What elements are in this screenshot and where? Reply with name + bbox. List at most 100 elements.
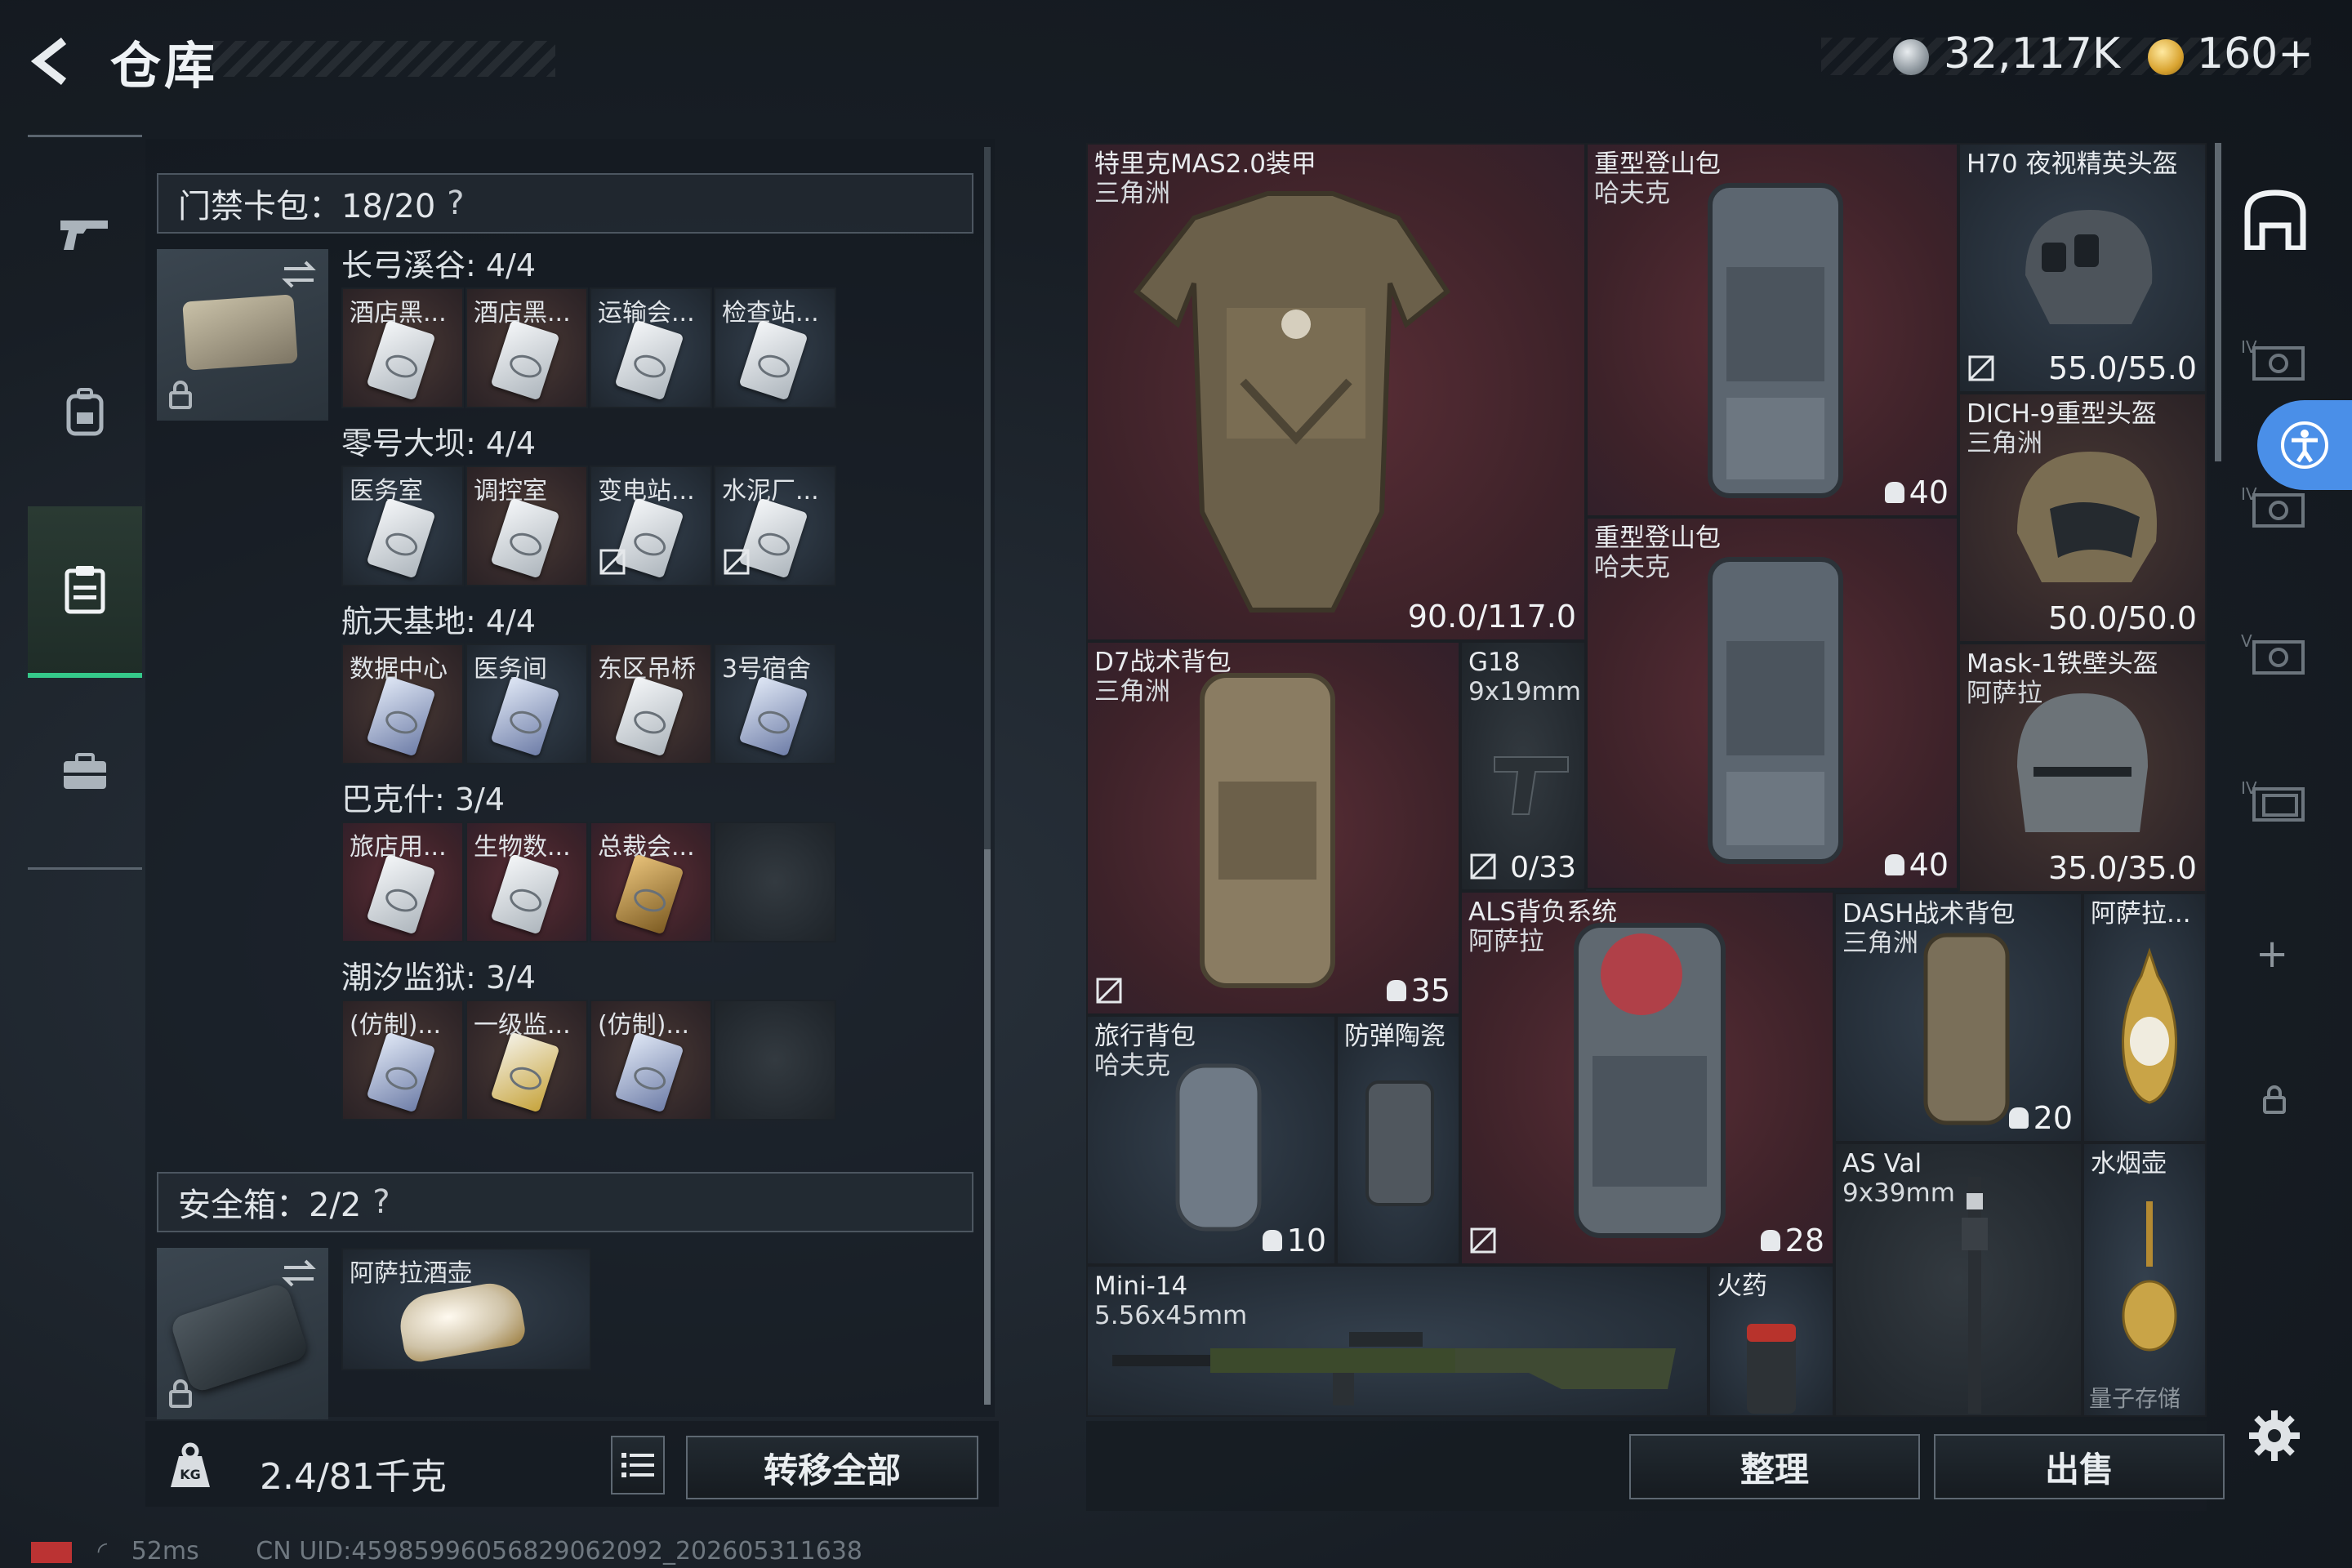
- item-ceramic-plate[interactable]: 防弹陶瓷: [1336, 1015, 1460, 1265]
- rail-tab-storage[interactable]: [28, 506, 142, 678]
- keycard-slot[interactable]: 变电站...: [590, 466, 712, 586]
- keycard-image: [366, 853, 436, 935]
- item-g18-pistol[interactable]: G18 9x19mm 0/33: [1460, 641, 1586, 891]
- rail-tab-weapons[interactable]: [28, 151, 142, 314]
- capacity-value: 10: [1286, 1223, 1326, 1258]
- keycard-slot[interactable]: 酒店黑...: [466, 287, 588, 408]
- item-name-text: Mini-14: [1094, 1272, 1188, 1301]
- wine-flask-image: [395, 1278, 528, 1365]
- storage-slot-iv-icon[interactable]: IV: [2239, 335, 2310, 384]
- add-storage-icon[interactable]: +: [2256, 931, 2288, 977]
- item-asval-rifle[interactable]: AS Val 9x39mm: [1834, 1143, 2082, 1417]
- keycard-slot[interactable]: 东区吊桥: [590, 644, 712, 764]
- item-h70-helmet[interactable]: H70 夜视精英头盔 55.0/55.0: [1958, 143, 2207, 393]
- item-hookah[interactable]: 水烟壶 量子存储: [2082, 1143, 2207, 1417]
- backpack-image: [1200, 673, 1335, 988]
- rail-divider-top: [28, 135, 142, 137]
- keycard-row-prison: (仿制)... 一级监... (仿制)...: [341, 1000, 841, 1125]
- keycard-slot[interactable]: 总裁会...: [590, 822, 712, 942]
- keycard-slot[interactable]: 酒店黑...: [341, 287, 464, 408]
- safe-box-header: 安全箱：2/2 ?: [157, 1172, 973, 1232]
- keycard-image: [366, 497, 436, 579]
- keycard-slot-empty[interactable]: [714, 822, 836, 942]
- item-caliber: 9x19mm: [1468, 677, 1581, 706]
- group-label-dam: 零号大坝: 4/4: [341, 425, 537, 461]
- sell-button[interactable]: 出售: [1934, 1434, 2225, 1499]
- keycard-slot[interactable]: 数据中心: [341, 644, 464, 764]
- keycard-slot[interactable]: 一级监...: [466, 1000, 588, 1120]
- swap-icon[interactable]: [281, 259, 317, 290]
- safe-box-container[interactable]: [157, 1248, 328, 1419]
- capacity-value: 40: [1909, 474, 1949, 510]
- item-asala-pot[interactable]: 阿萨拉...: [2082, 893, 2207, 1143]
- item-travel-backpack[interactable]: 旅行背包 哈夫克 10: [1086, 1015, 1336, 1265]
- currency-main[interactable]: 32,117K: [1944, 29, 2120, 78]
- item-d7-backpack[interactable]: D7战术背包 三角洲 35: [1086, 641, 1460, 1015]
- item-als-backpack[interactable]: ALS背负系统 阿萨拉 28: [1460, 891, 1834, 1265]
- item-heavy-pack[interactable]: 重型登山包 哈夫克 40: [1586, 143, 1958, 517]
- keycard-slot[interactable]: 运输会...: [590, 287, 712, 408]
- weight-small-icon: [1386, 980, 1406, 1001]
- weight-value: 2.4/81千克: [260, 1456, 447, 1498]
- back-arrow-icon[interactable]: [24, 33, 82, 90]
- help-icon[interactable]: ?: [372, 1183, 390, 1221]
- inventory-grid: 特里克MAS2.0装甲 三角洲 90.0/117.0 重型登山包 哈夫克 40 H7…: [1086, 143, 2207, 1417]
- accessibility-button[interactable]: [2257, 400, 2352, 490]
- no-sale-icon: [1470, 853, 1496, 880]
- list-view-button[interactable]: [611, 1436, 665, 1494]
- item-dich9-helmet[interactable]: DICH-9重型头盔 三角洲 50.0/50.0: [1958, 393, 2207, 643]
- item-armor[interactable]: 特里克MAS2.0装甲 三角洲 90.0/117.0: [1086, 143, 1586, 641]
- item-heavy-pack[interactable]: 重型登山包 哈夫克 40: [1586, 517, 1958, 889]
- keycard-slot[interactable]: 检查站...: [714, 287, 836, 408]
- item-mask1-helmet[interactable]: Mask-1铁壁头盔 阿萨拉 35.0/35.0: [1958, 643, 2207, 893]
- capacity-value: 40: [1909, 847, 1949, 883]
- storage-cabinet-icon[interactable]: [2243, 188, 2308, 250]
- item-name: 水烟壶: [2091, 1149, 2167, 1178]
- keycard-bag-container[interactable]: [157, 249, 328, 421]
- keycard-image: [366, 319, 436, 401]
- capacity: 40: [1884, 847, 1949, 883]
- keycard-slot[interactable]: (仿制)...: [590, 1000, 712, 1120]
- item-gunpowder[interactable]: 火药: [1708, 1265, 1834, 1417]
- pistol-image: [1494, 756, 1569, 815]
- left-scrollbar[interactable]: [984, 147, 991, 1405]
- grid-scrollbar-thumb[interactable]: [2215, 143, 2221, 461]
- safe-box-item[interactable]: 阿萨拉酒壶: [341, 1248, 591, 1370]
- pot-image: [2122, 947, 2177, 1104]
- item-dash-backpack[interactable]: DASH战术背包 三角洲 20: [1834, 893, 2082, 1143]
- currency-premium[interactable]: 160+: [2197, 29, 2314, 78]
- hookah-image: [2122, 1201, 2177, 1352]
- item-caliber: 9x39mm: [1842, 1178, 1955, 1208]
- keycard-image: [614, 853, 684, 935]
- swap-icon[interactable]: [281, 1258, 317, 1289]
- storage-slot-iv-icon[interactable]: IV: [2239, 482, 2310, 531]
- briefcase-icon: [64, 753, 106, 789]
- clipboard-icon: [65, 566, 105, 614]
- keycard-slot[interactable]: 旅店用...: [341, 822, 464, 942]
- keycard-slot[interactable]: 调控室: [466, 466, 588, 586]
- rifle-image: [1962, 1177, 1988, 1414]
- keycard-slot[interactable]: 医务间: [466, 644, 588, 764]
- title-decoration: [212, 41, 555, 77]
- storage-slot-v-icon[interactable]: V: [2239, 629, 2310, 678]
- group-label-bakesh: 巴克什: 3/4: [341, 782, 506, 817]
- item-mini14-rifle[interactable]: Mini-14 5.56x45mm: [1086, 1265, 1708, 1417]
- status-line: ◜ 52ms CN UID:4598599605682906209​2_2026…: [31, 1537, 862, 1566]
- left-scrollbar-thumb[interactable]: [984, 849, 991, 1405]
- rail-tab-briefcase[interactable]: [28, 690, 142, 853]
- keycard-slot[interactable]: 医务室: [341, 466, 464, 586]
- ping-value: 52ms: [131, 1537, 199, 1566]
- keycard-slot-empty[interactable]: [714, 1000, 836, 1120]
- transfer-all-button[interactable]: 转移全部: [686, 1436, 978, 1499]
- rail-tab-equipment[interactable]: [28, 331, 142, 494]
- sort-button[interactable]: 整理: [1629, 1434, 1920, 1499]
- gear-icon[interactable]: [2247, 1409, 2301, 1463]
- keycard-slot[interactable]: 3号宿舍: [714, 644, 836, 764]
- keycard-slot[interactable]: 生物数...: [466, 822, 588, 942]
- rifle-image: [1112, 1332, 1676, 1405]
- help-icon[interactable]: ?: [447, 185, 464, 222]
- keycard-slot[interactable]: (仿制)...: [341, 1000, 464, 1120]
- storage-slot-iv-icon[interactable]: IV: [2239, 776, 2310, 825]
- plate-image: [1365, 1080, 1434, 1206]
- keycard-slot[interactable]: 水泥厂...: [714, 466, 836, 586]
